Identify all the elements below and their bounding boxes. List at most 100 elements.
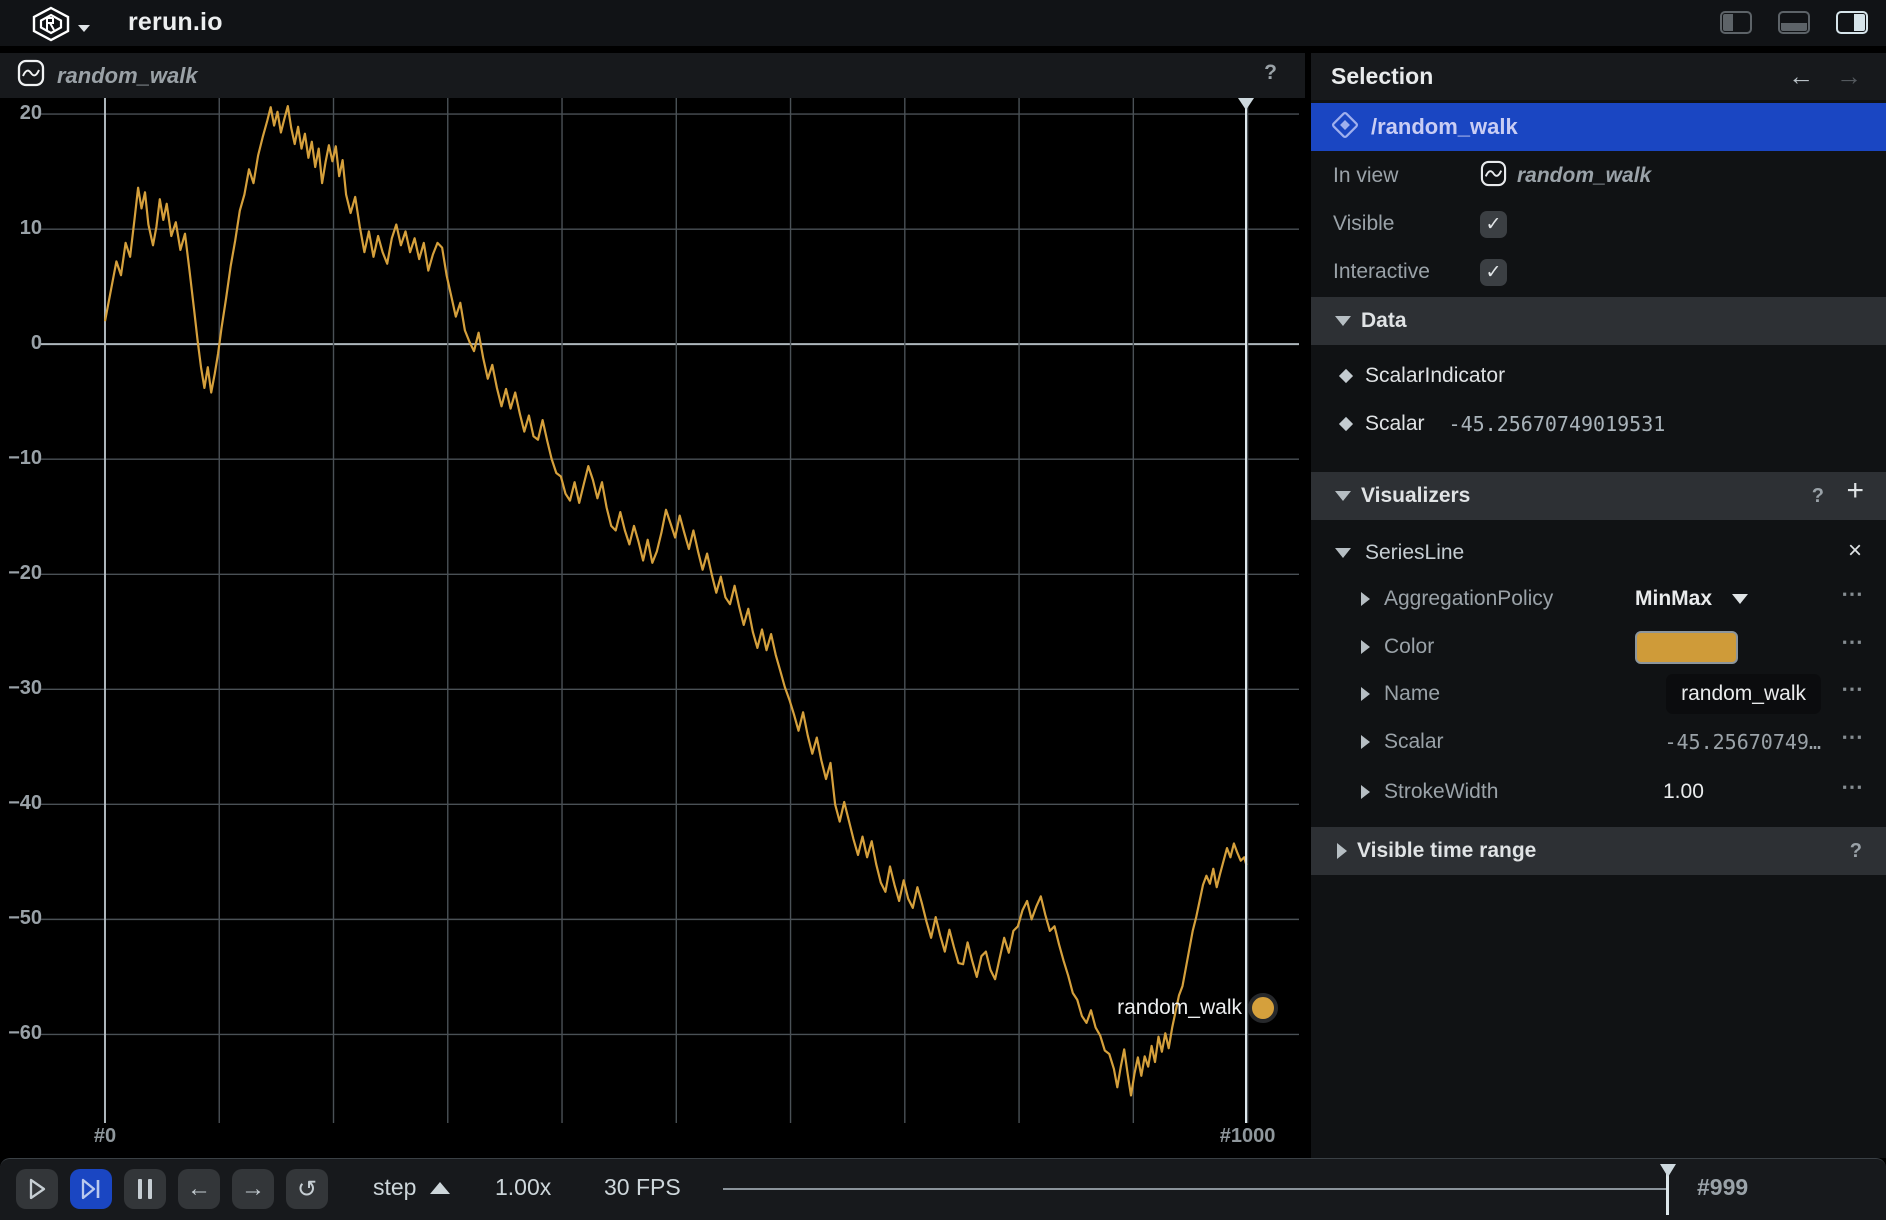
view-help-button[interactable]: ? xyxy=(1264,61,1277,85)
more-options-icon[interactable]: ⋯ xyxy=(1841,676,1866,702)
timeline-cursor-handle-icon[interactable] xyxy=(1660,1164,1676,1177)
close-icon[interactable]: × xyxy=(1848,537,1862,565)
timeline-selector[interactable]: step xyxy=(373,1174,450,1201)
in-view-row: In view random_walk xyxy=(1311,152,1886,200)
selection-title: Selection xyxy=(1331,63,1433,90)
y-tick-label: −30 xyxy=(0,677,42,700)
collapse-caret-icon xyxy=(1335,491,1351,501)
scalar-value: -45.25670749… xyxy=(1664,730,1821,754)
playback-controls: ← → ↺ xyxy=(16,1169,328,1209)
entity-icon xyxy=(1331,111,1359,144)
selection-panel: Selection ← → /random_walk In view rando… xyxy=(1311,53,1886,1158)
data-section-header[interactable]: Data xyxy=(1311,297,1886,345)
timeline-track[interactable] xyxy=(723,1188,1667,1190)
step-forward-button[interactable]: → xyxy=(232,1169,274,1209)
aggregation-value[interactable]: MinMax xyxy=(1635,587,1712,611)
visualizers-section-header[interactable]: Visualizers ? + xyxy=(1311,472,1886,520)
playback-speed[interactable]: 1.00x xyxy=(495,1174,551,1201)
property-row-name[interactable]: Name random_walk ⋯ xyxy=(1311,670,1886,718)
timeline-name: step xyxy=(373,1174,416,1201)
in-view-label: In view xyxy=(1333,164,1398,188)
property-row-scalar[interactable]: Scalar -45.25670749… ⋯ xyxy=(1311,718,1886,766)
plot-area[interactable]: 20100−10−20−30−40−50−60 random_walk xyxy=(0,98,1299,1123)
data-item-row[interactable]: ScalarIndicator xyxy=(1311,352,1886,400)
property-row-color[interactable]: Color ⋯ xyxy=(1311,623,1886,671)
rerun-logo-icon xyxy=(30,6,72,47)
history-back-icon[interactable]: ← xyxy=(1788,61,1814,92)
y-tick-label: −40 xyxy=(0,792,42,815)
expand-caret-icon xyxy=(1361,592,1370,606)
strokewidth-value[interactable]: 1.00 xyxy=(1663,780,1704,804)
property-row-strokewidth[interactable]: StrokeWidth 1.00 ⋯ xyxy=(1311,768,1886,816)
expand-caret-icon xyxy=(1337,843,1347,859)
time-panel: ← → ↺ step 1.00x 30 FPS #999 xyxy=(0,1158,1886,1220)
y-tick-label: −60 xyxy=(0,1022,42,1045)
name-value-field[interactable]: random_walk xyxy=(1666,674,1821,714)
y-tick-label: −50 xyxy=(0,907,42,930)
view-header[interactable]: random_walk ? xyxy=(0,53,1305,98)
bottom-panel-toggle-icon[interactable] xyxy=(1778,11,1810,34)
play-button[interactable] xyxy=(16,1169,58,1209)
in-view-value[interactable]: random_walk xyxy=(1517,164,1651,188)
timeline-cursor[interactable] xyxy=(1666,1171,1669,1215)
y-tick-label: 0 xyxy=(0,332,42,355)
visible-label: Visible xyxy=(1333,212,1394,236)
legend-label: random_walk xyxy=(1117,996,1242,1020)
visible-checkbox[interactable]: ✓ xyxy=(1480,211,1507,238)
seriesline-row[interactable]: SeriesLine × xyxy=(1311,529,1886,577)
fps-indicator[interactable]: 30 FPS xyxy=(604,1174,681,1201)
visible-row: Visible ✓ xyxy=(1311,200,1886,248)
property-label: StrokeWidth xyxy=(1384,780,1498,804)
visible-time-range-header[interactable]: Visible time range ? xyxy=(1311,827,1886,875)
entity-path: /random_walk xyxy=(1371,114,1518,140)
more-options-icon[interactable]: ⋯ xyxy=(1841,581,1866,607)
time-cursor-handle-icon[interactable] xyxy=(1238,98,1254,110)
current-frame-label: #999 xyxy=(1697,1174,1748,1201)
more-options-icon[interactable]: ⋯ xyxy=(1841,774,1866,800)
x-tick-label: #0 xyxy=(55,1125,155,1148)
property-label: AggregationPolicy xyxy=(1384,587,1553,611)
more-options-icon[interactable]: ⋯ xyxy=(1841,724,1866,750)
chevron-down-icon xyxy=(78,25,90,32)
property-label: Scalar xyxy=(1384,730,1444,754)
more-options-icon[interactable]: ⋯ xyxy=(1841,629,1866,655)
interactive-checkbox[interactable]: ✓ xyxy=(1480,259,1507,286)
selected-entity-row[interactable]: /random_walk xyxy=(1311,103,1886,151)
y-tick-label: 20 xyxy=(0,102,42,125)
interactive-label: Interactive xyxy=(1333,260,1430,284)
step-back-button[interactable]: ← xyxy=(178,1169,220,1209)
y-tick-label: −10 xyxy=(0,447,42,470)
component-diamond-icon xyxy=(1339,417,1353,431)
collapse-caret-icon xyxy=(1335,548,1351,558)
expand-caret-icon xyxy=(1361,735,1370,749)
left-panel-toggle-icon[interactable] xyxy=(1720,11,1752,34)
property-label: Color xyxy=(1384,635,1434,659)
add-visualizer-button[interactable]: + xyxy=(1846,474,1864,508)
visualizers-help-button[interactable]: ? xyxy=(1812,485,1824,508)
data-item-row[interactable]: Scalar -45.25670749019531 xyxy=(1311,400,1886,448)
property-label: Name xyxy=(1384,682,1440,706)
right-panel-toggle-icon[interactable] xyxy=(1836,11,1868,34)
plot-legend[interactable]: random_walk xyxy=(1117,993,1278,1023)
rerun-menu-button[interactable] xyxy=(30,6,90,47)
property-row-aggregationpolicy[interactable]: AggregationPolicy MinMax ⋯ xyxy=(1311,575,1886,623)
timeseries-view: random_walk ? 20100−10−20−30−40−50−60 ra… xyxy=(0,53,1305,1157)
selection-header: Selection ← → xyxy=(1311,53,1886,100)
expand-caret-icon xyxy=(1361,785,1370,799)
visible-time-range-help-button[interactable]: ? xyxy=(1850,840,1862,863)
component-diamond-icon xyxy=(1339,369,1353,383)
top-bar: rerun.io xyxy=(0,0,1886,46)
time-cursor-line[interactable] xyxy=(1245,98,1247,1123)
history-forward-icon[interactable]: → xyxy=(1836,61,1862,92)
seriesline-title: SeriesLine xyxy=(1365,541,1464,565)
plot-svg xyxy=(0,98,1299,1123)
component-label: ScalarIndicator xyxy=(1365,364,1505,388)
legend-series-dot-icon xyxy=(1248,993,1278,1023)
follow-button[interactable] xyxy=(70,1169,112,1209)
visible-time-range-title: Visible time range xyxy=(1357,839,1536,863)
pause-button[interactable] xyxy=(124,1169,166,1209)
expand-caret-icon xyxy=(1361,687,1370,701)
loop-button[interactable]: ↺ xyxy=(286,1169,328,1209)
color-swatch[interactable] xyxy=(1635,631,1738,664)
timeseries-view-icon xyxy=(17,59,45,92)
